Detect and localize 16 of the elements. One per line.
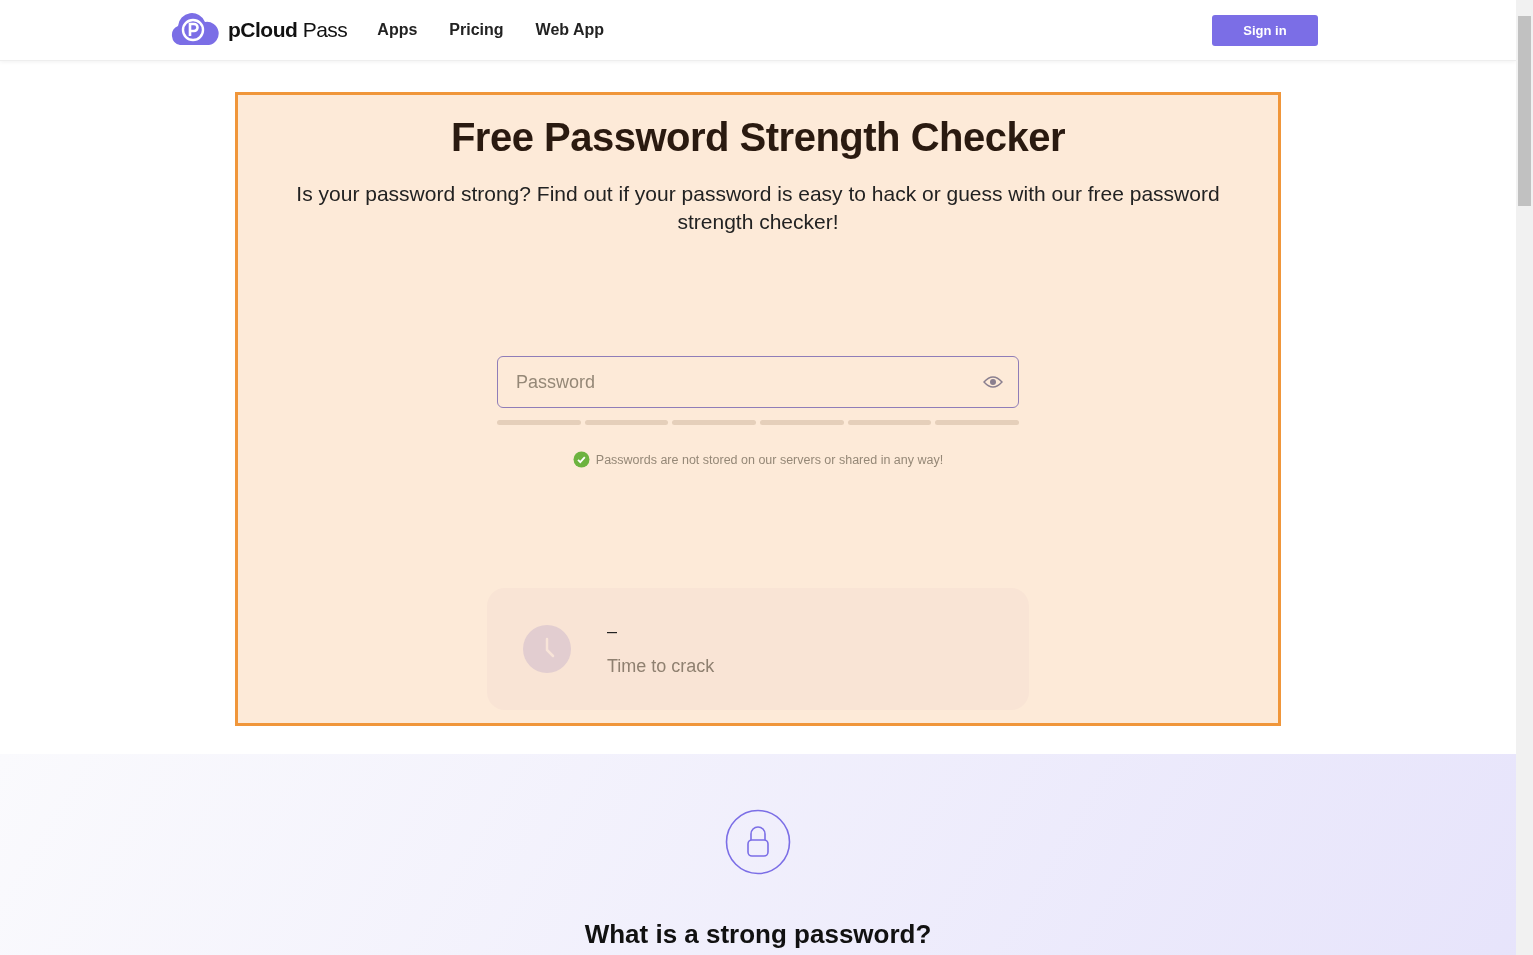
nav-link[interactable]: Apps xyxy=(377,21,418,39)
page-title: Free Password Strength Checker xyxy=(450,115,1066,160)
check-badge-icon xyxy=(572,451,590,468)
crack-time-label: Time to crack xyxy=(607,656,715,677)
password-field[interactable]: Password xyxy=(497,356,1019,408)
privacy-note: Passwords are not stored on our servers or shared in any way! xyxy=(595,452,944,467)
crack-time-value: – xyxy=(607,621,618,642)
sign-in-button[interactable]: Sign in xyxy=(1212,14,1318,46)
subtitle: Is your password strong? Find out if your password is easy to hack or guess with our free password strength checker! xyxy=(295,181,1221,235)
nav-link[interactable]: Pricing xyxy=(449,21,504,39)
eye-icon[interactable] xyxy=(983,375,1003,389)
logo-text[interactable]: pCloud Pass xyxy=(228,18,348,42)
nav-link[interactable]: Web App xyxy=(535,21,604,39)
section-heading: What is a strong password? xyxy=(584,919,932,950)
scrollbar[interactable] xyxy=(1516,0,1533,955)
padlock-icon xyxy=(725,809,791,875)
